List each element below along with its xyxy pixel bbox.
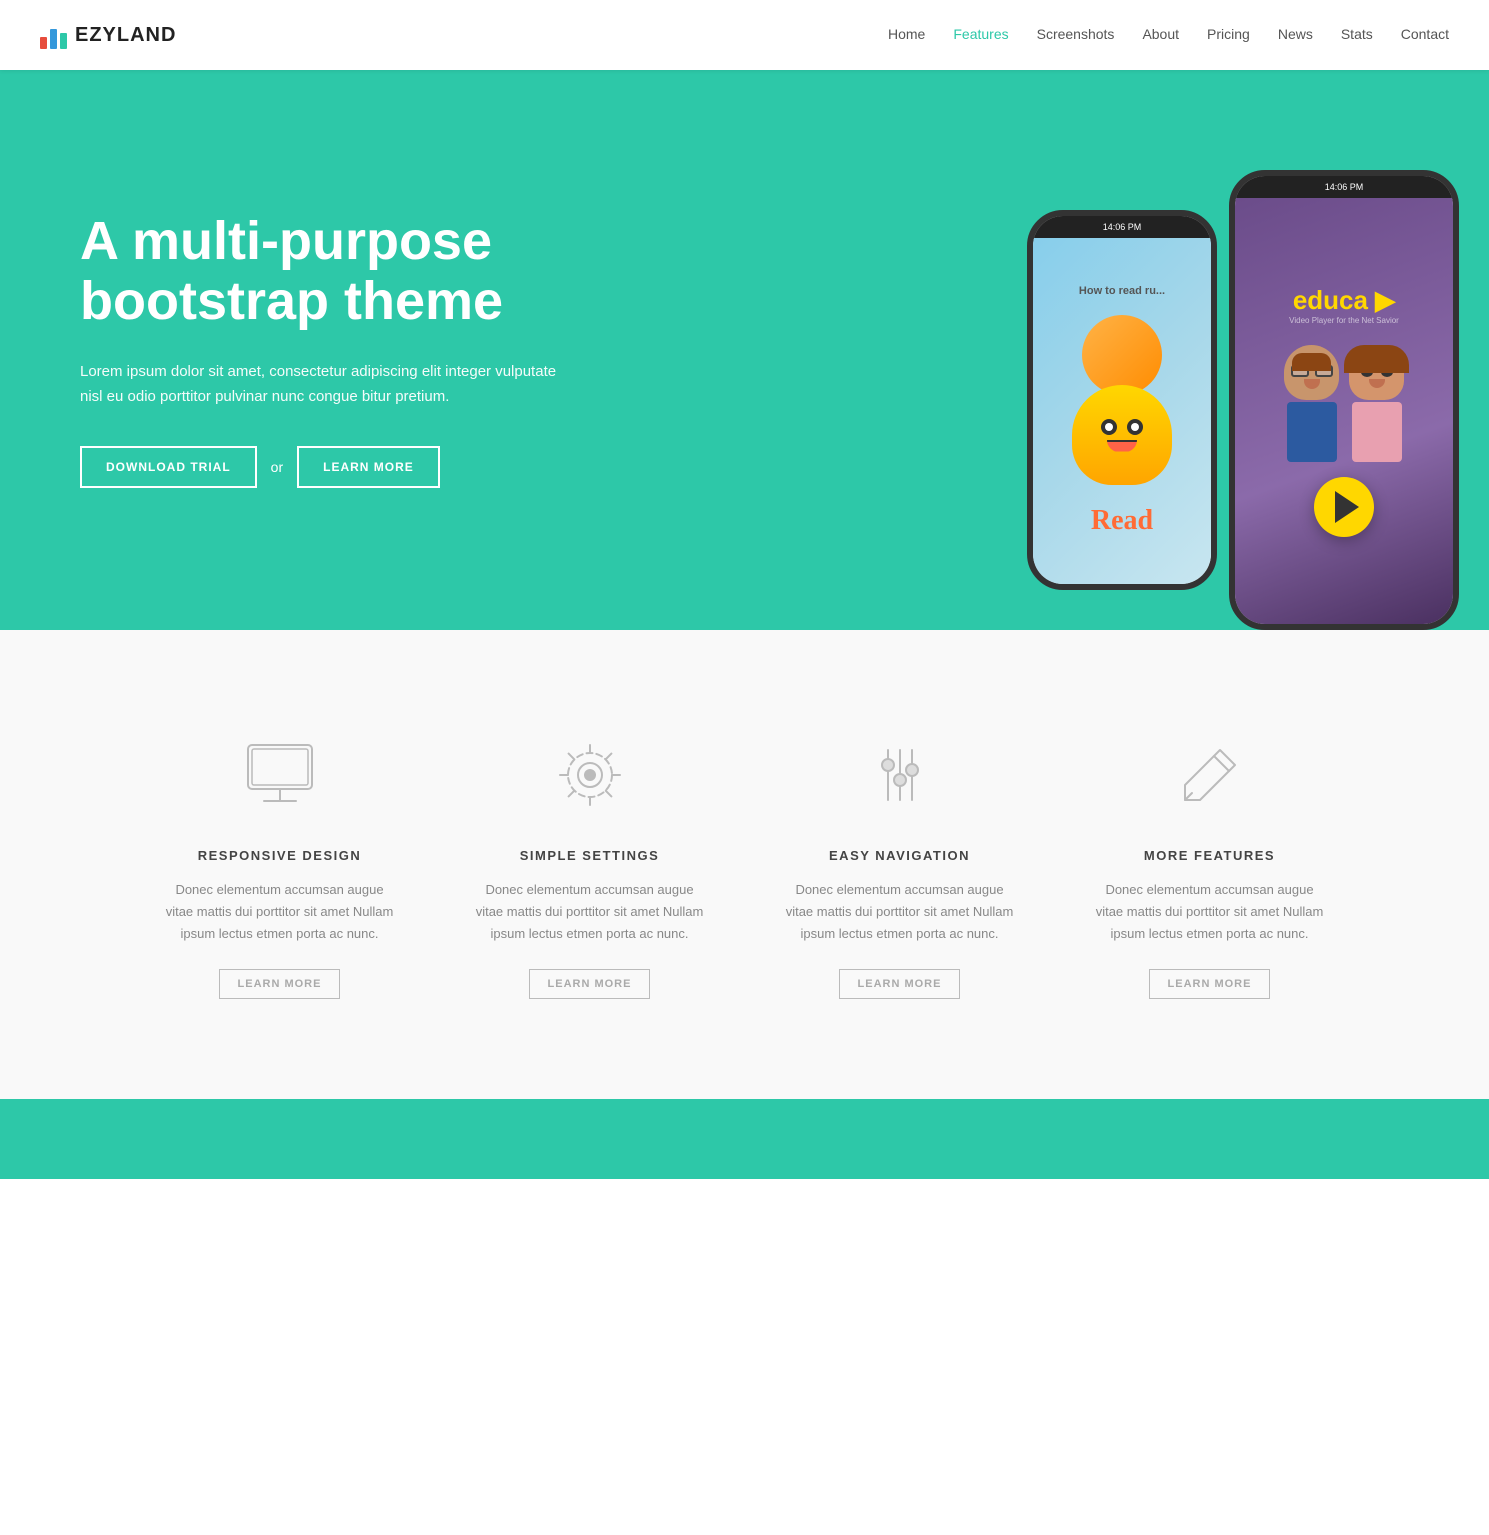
features-grid: RESPONSIVE DESIGN Donec elementum accums… bbox=[145, 710, 1345, 1019]
nav-link-features[interactable]: Features bbox=[953, 26, 1008, 42]
learn-more-hero-button[interactable]: LEARN MORE bbox=[297, 446, 440, 488]
feature-desc-responsive: Donec elementum accumsan augue vitae mat… bbox=[165, 879, 395, 945]
nav-item-about[interactable]: About bbox=[1142, 26, 1179, 44]
logo-icon bbox=[40, 21, 67, 49]
nav-link-news[interactable]: News bbox=[1278, 26, 1313, 42]
phone-right: 14:06 PM educa ▶ Video Player for the Ne… bbox=[1229, 170, 1459, 630]
hero-buttons: DOWNLOAD TRIAL or LEARN MORE bbox=[80, 446, 560, 488]
phone-right-content: educa ▶ Video Player for the Net Savior bbox=[1235, 198, 1453, 624]
phone-left-content: How to read ru... bbox=[1033, 238, 1211, 584]
phone-left: 14:06 PM How to read ru... bbox=[1027, 210, 1217, 590]
hero-content: A multi-purpose bootstrap theme Lorem ip… bbox=[80, 212, 560, 488]
phone-left-topbar: 14:06 PM bbox=[1033, 216, 1211, 238]
nav-link-screenshots[interactable]: Screenshots bbox=[1037, 26, 1115, 42]
educa-logo: educa ▶ bbox=[1293, 285, 1395, 316]
feature-desc-settings: Donec elementum accumsan augue vitae mat… bbox=[475, 879, 705, 945]
hero-or-text: or bbox=[271, 459, 283, 475]
phone-right-time: 14:06 PM bbox=[1325, 182, 1364, 192]
phone-left-screen: 14:06 PM How to read ru... bbox=[1033, 216, 1211, 584]
nav-link-pricing[interactable]: Pricing bbox=[1207, 26, 1250, 42]
hero-title: A multi-purpose bootstrap theme bbox=[80, 212, 560, 331]
feature-card-settings: SIMPLE SETTINGS Donec elementum accumsan… bbox=[455, 710, 725, 1019]
sliders-icon bbox=[855, 730, 945, 820]
nav-item-screenshots[interactable]: Screenshots bbox=[1037, 26, 1115, 44]
feature-desc-navigation: Donec elementum accumsan augue vitae mat… bbox=[785, 879, 1015, 945]
hero-description: Lorem ipsum dolor sit amet, consectetur … bbox=[80, 359, 560, 410]
logo-text: EZYLAND bbox=[75, 24, 176, 47]
learn-more-navigation-button[interactable]: LEARN MORE bbox=[839, 969, 961, 999]
phone-right-screen: 14:06 PM educa ▶ Video Player for the Ne… bbox=[1235, 176, 1453, 624]
monitor-icon bbox=[235, 730, 325, 820]
feature-card-more: MORE FEATURES Donec elementum accumsan a… bbox=[1075, 710, 1345, 1019]
logo-link[interactable]: EZYLAND bbox=[40, 21, 176, 49]
features-section: RESPONSIVE DESIGN Donec elementum accums… bbox=[0, 630, 1489, 1099]
feature-title-settings: SIMPLE SETTINGS bbox=[475, 848, 705, 863]
nav-link-contact[interactable]: Contact bbox=[1401, 26, 1449, 42]
pencil-icon bbox=[1165, 730, 1255, 820]
nav-link-home[interactable]: Home bbox=[888, 26, 925, 42]
hero-section: A multi-purpose bootstrap theme Lorem ip… bbox=[0, 70, 1489, 630]
nav-item-stats[interactable]: Stats bbox=[1341, 26, 1373, 44]
hero-phones: 14:06 PM How to read ru... bbox=[1027, 70, 1489, 630]
phone-left-read-text: Read bbox=[1091, 505, 1153, 537]
nav-link-about[interactable]: About bbox=[1142, 26, 1179, 42]
nav-link-stats[interactable]: Stats bbox=[1341, 26, 1373, 42]
download-trial-button[interactable]: DOWNLOAD TRIAL bbox=[80, 446, 257, 488]
nav-item-features[interactable]: Features bbox=[953, 26, 1008, 44]
nav-item-news[interactable]: News bbox=[1278, 26, 1313, 44]
navbar: EZYLAND Home Features Screenshots About … bbox=[0, 0, 1489, 70]
feature-desc-more: Donec elementum accumsan augue vitae mat… bbox=[1095, 879, 1325, 945]
phone-left-time: 14:06 PM bbox=[1103, 222, 1142, 232]
gear-icon bbox=[545, 730, 635, 820]
feature-title-more: MORE FEATURES bbox=[1095, 848, 1325, 863]
phone-mockups: 14:06 PM How to read ru... bbox=[1027, 110, 1459, 630]
nav-item-home[interactable]: Home bbox=[888, 26, 925, 44]
learn-more-responsive-button[interactable]: LEARN MORE bbox=[219, 969, 341, 999]
feature-card-navigation: EASY NAVIGATION Donec elementum accumsan… bbox=[765, 710, 1035, 1019]
feature-title-navigation: EASY NAVIGATION bbox=[785, 848, 1015, 863]
educa-subtitle: Video Player for the Net Savior bbox=[1279, 316, 1409, 325]
nav-item-contact[interactable]: Contact bbox=[1401, 26, 1449, 44]
phone-right-topbar: 14:06 PM bbox=[1235, 176, 1453, 198]
nav-item-pricing[interactable]: Pricing bbox=[1207, 26, 1250, 44]
nav-links: Home Features Screenshots About Pricing … bbox=[888, 26, 1449, 44]
feature-card-responsive: RESPONSIVE DESIGN Donec elementum accums… bbox=[145, 710, 415, 1019]
feature-title-responsive: RESPONSIVE DESIGN bbox=[165, 848, 395, 863]
footer-teal-strip bbox=[0, 1099, 1489, 1179]
learn-more-more-button[interactable]: LEARN MORE bbox=[1149, 969, 1271, 999]
learn-more-settings-button[interactable]: LEARN MORE bbox=[529, 969, 651, 999]
